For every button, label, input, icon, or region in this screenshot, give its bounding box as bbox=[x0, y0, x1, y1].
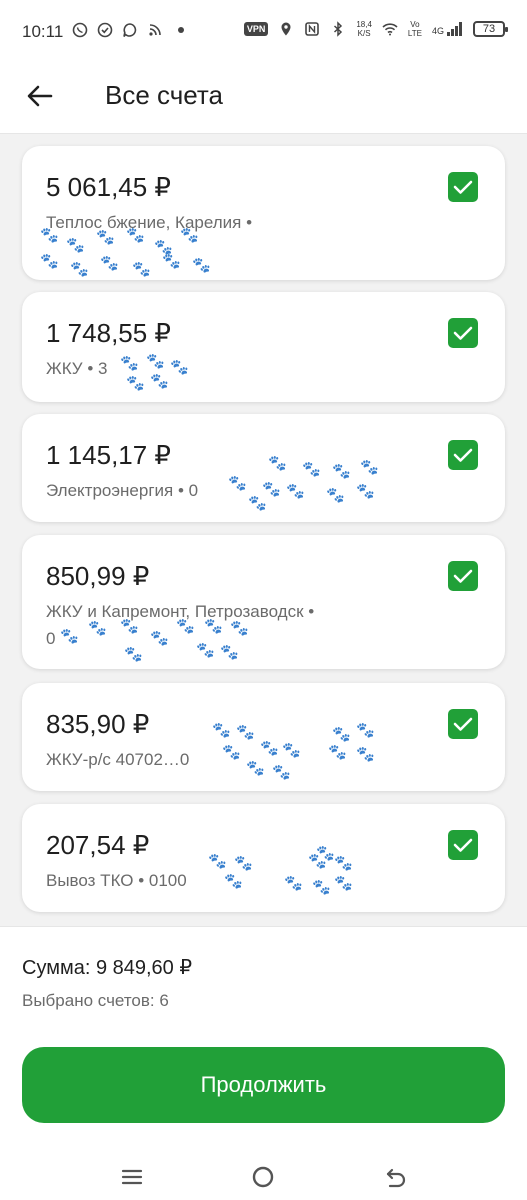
account-card[interactable]: 5 061,45 ₽ Теплос бжение, Карелия • 🐾 🐾 … bbox=[22, 146, 505, 280]
checkmark-icon bbox=[453, 448, 473, 462]
top-app-bar: Все счета bbox=[0, 62, 527, 134]
menu-icon bbox=[121, 1169, 143, 1185]
account-description-line: ЖКУ • 3 bbox=[46, 359, 108, 378]
continue-button[interactable]: Продолжить bbox=[22, 1047, 505, 1123]
account-checkbox[interactable] bbox=[448, 709, 478, 739]
system-icons: VPN 18,4 K/S Vo LTE 4G 73 bbox=[243, 20, 508, 38]
system-back-button[interactable] bbox=[380, 1161, 412, 1193]
account-card[interactable]: 1 748,55 ₽ ЖКУ • 3 🐾 🐾 🐾 🐾 🐾 bbox=[22, 292, 505, 402]
battery-level: 73 bbox=[482, 23, 496, 35]
volte-bottom: LTE bbox=[407, 29, 422, 38]
app-screen: 10:11 VPN 18,4 K/S Vo LTE 4G 73 Все счет… bbox=[0, 0, 527, 1200]
account-card[interactable]: 1 145,17 ₽ Электроэнергия • 0 🐾 🐾 🐾 🐾 🐾 … bbox=[22, 414, 505, 522]
speed-unit: K/S bbox=[357, 29, 371, 38]
account-amount: 1 748,55 ₽ bbox=[46, 318, 171, 348]
vpn-badge: VPN bbox=[243, 22, 269, 36]
account-description: ЖКУ • 3 bbox=[46, 355, 406, 382]
checkmark-icon bbox=[453, 326, 473, 340]
account-amount: 5 061,45 ₽ bbox=[46, 172, 171, 202]
payment-summary: Сумма: 9 849,60 ₽ Выбрано счетов: 6 Прод… bbox=[0, 926, 527, 1200]
signal-strength: 4G bbox=[432, 22, 463, 36]
checkmark-icon bbox=[453, 717, 473, 731]
account-checkbox[interactable] bbox=[448, 318, 478, 348]
privacy-sticker: 🐾 🐾 🐾 🐾 🐾 bbox=[120, 353, 189, 392]
location-icon bbox=[281, 22, 291, 36]
volte-indicator: Vo LTE bbox=[408, 20, 422, 38]
page-title: Все счета bbox=[105, 80, 223, 110]
privacy-sticker: 🐾 🐾 🐾 🐾 🐾 🐾 🐾 🐾 🐾 🐾 bbox=[228, 455, 379, 512]
more-notifications-dot bbox=[178, 27, 184, 33]
privacy-sticker: 🐾 🐾 🐾 🐾 🐾 🐾 🐾 🐾 🐾 bbox=[208, 845, 353, 896]
account-card[interactable]: 207,54 ₽ Вывоз ТКО • 0100 🐾 🐾 🐾 🐾 🐾 🐾 🐾 … bbox=[22, 804, 505, 912]
rss-icon bbox=[149, 24, 161, 36]
check-circle-icon bbox=[97, 22, 113, 38]
total-amount: Сумма: 9 849,60 ₽ bbox=[22, 957, 193, 979]
continue-button-label: Продолжить bbox=[200, 1072, 327, 1097]
status-time: 10:11 bbox=[22, 22, 64, 41]
back-button[interactable] bbox=[22, 78, 58, 114]
volte-top: Vo bbox=[410, 20, 420, 29]
arrow-left-icon bbox=[27, 85, 53, 107]
accounts-list: 5 061,45 ₽ Теплос бжение, Карелия • 🐾 🐾 … bbox=[0, 134, 527, 926]
home-button[interactable] bbox=[247, 1161, 279, 1193]
return-icon bbox=[386, 1168, 406, 1188]
nfc-icon bbox=[305, 22, 320, 36]
account-amount: 207,54 ₽ bbox=[46, 830, 150, 860]
whatsapp-icon bbox=[72, 22, 88, 38]
wifi-icon bbox=[382, 23, 398, 36]
account-card[interactable]: 835,90 ₽ ЖКУ-р/с 40702…0 🐾 🐾 🐾 🐾 🐾 🐾 🐾 🐾… bbox=[22, 683, 505, 791]
account-amount: 850,99 ₽ bbox=[46, 561, 150, 591]
chat-bubble-icon bbox=[123, 23, 137, 37]
battery-indicator: 73 bbox=[473, 21, 508, 37]
network-speed: 18,4 K/S bbox=[356, 20, 372, 38]
privacy-sticker: 🐾 🐾 🐾 🐾 🐾 🐾 🐾 🐾 🐾 🐾 bbox=[60, 618, 249, 663]
checkmark-icon bbox=[453, 569, 473, 583]
checkmark-icon bbox=[453, 838, 473, 852]
bluetooth-icon bbox=[334, 21, 343, 37]
notification-icons bbox=[72, 22, 184, 38]
signal-bars-icon bbox=[447, 22, 462, 36]
account-amount: 1 145,17 ₽ bbox=[46, 440, 171, 470]
selected-count: Выбрано счетов: 6 bbox=[22, 991, 169, 1010]
account-amount: 835,90 ₽ bbox=[46, 709, 150, 739]
status-bar: 10:11 VPN 18,4 K/S Vo LTE 4G 73 bbox=[0, 0, 527, 62]
privacy-sticker: 🐾 🐾 🐾 🐾 🐾 🐾 🐾 🐾 🐾 🐾 🐾 🐾 bbox=[40, 227, 211, 278]
account-checkbox[interactable] bbox=[448, 830, 478, 860]
account-checkbox[interactable] bbox=[448, 440, 478, 470]
network-type: 4G bbox=[431, 26, 444, 36]
speed-value: 18,4 bbox=[356, 20, 372, 29]
account-checkbox[interactable] bbox=[448, 172, 478, 202]
home-circle-icon bbox=[252, 1166, 274, 1188]
checkmark-icon bbox=[453, 180, 473, 194]
system-navigation-bar bbox=[0, 1153, 527, 1200]
recent-apps-button[interactable] bbox=[116, 1161, 148, 1193]
account-checkbox[interactable] bbox=[448, 561, 478, 591]
account-card[interactable]: 850,99 ₽ ЖКУ и Капремонт, Петрозаводск •… bbox=[22, 535, 505, 669]
privacy-sticker: 🐾 🐾 🐾 🐾 🐾 🐾 🐾 🐾 🐾 🐾 🐾 bbox=[212, 722, 375, 781]
